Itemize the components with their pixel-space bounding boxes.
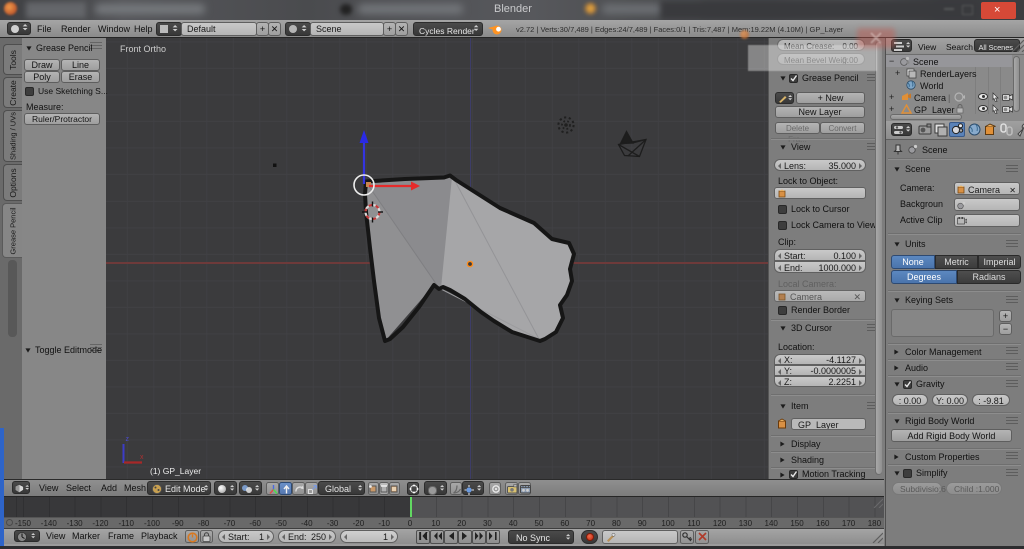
svg-text:x: x [140, 454, 144, 461]
svg-text:z: z [126, 436, 130, 443]
